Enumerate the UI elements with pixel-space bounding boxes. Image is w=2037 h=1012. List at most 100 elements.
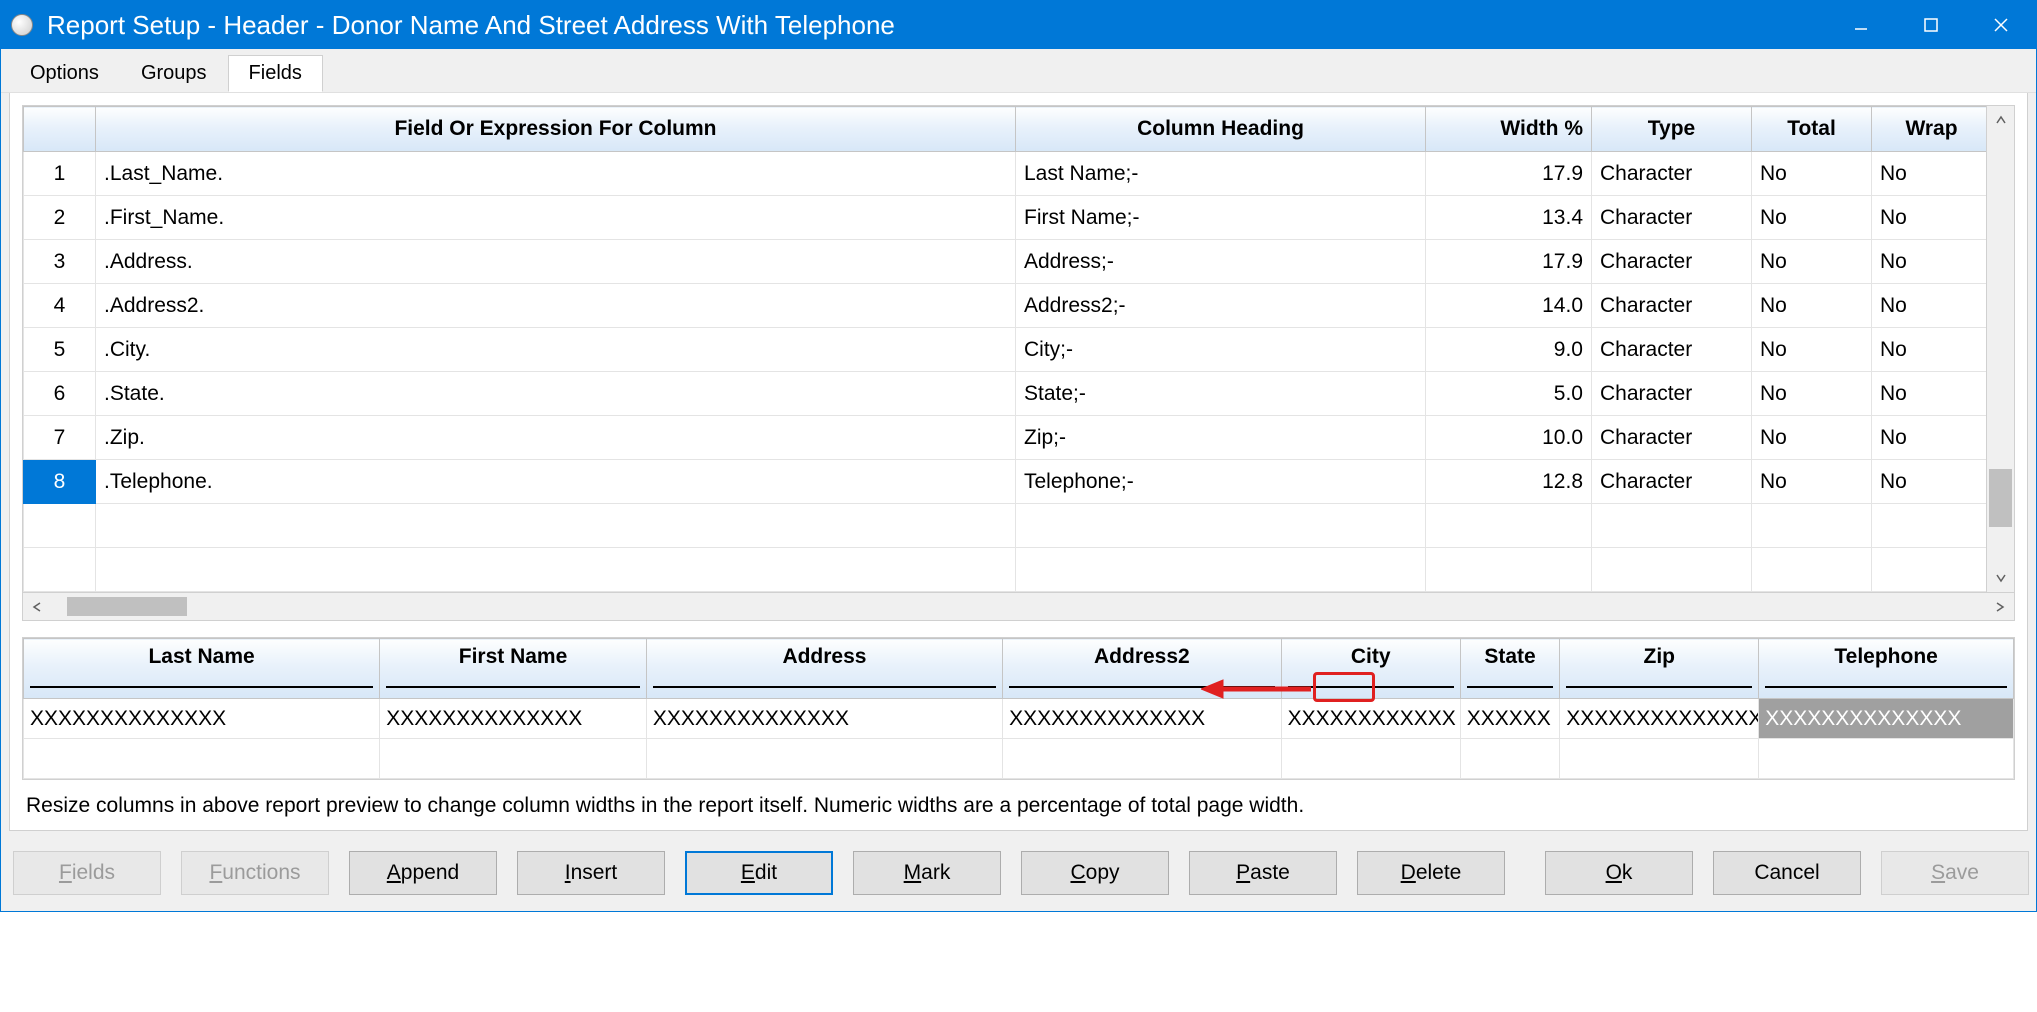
- cell-total[interactable]: No: [1752, 328, 1872, 372]
- cell-type[interactable]: Character: [1592, 460, 1752, 504]
- cell-wrap[interactable]: No: [1872, 284, 1987, 328]
- cell-total[interactable]: No: [1752, 152, 1872, 196]
- maximize-button[interactable]: [1896, 1, 1966, 49]
- cell-wrap[interactable]: No: [1872, 240, 1987, 284]
- cell-total[interactable]: No: [1752, 284, 1872, 328]
- fields-button[interactable]: Fields: [13, 851, 161, 895]
- cell-wrap[interactable]: No: [1872, 416, 1987, 460]
- cell-wrap[interactable]: No: [1872, 152, 1987, 196]
- preview-cell-empty[interactable]: [24, 739, 380, 779]
- fields-table[interactable]: Field Or Expression For Column Column He…: [23, 106, 1986, 592]
- preview-cell-empty[interactable]: [646, 739, 1002, 779]
- cell-heading[interactable]: Zip;-: [1016, 416, 1426, 460]
- preview-cell[interactable]: XXXXXXXXXXXXXX: [646, 699, 1002, 739]
- cancel-button[interactable]: Cancel: [1713, 851, 1861, 895]
- cell-type[interactable]: Character: [1592, 416, 1752, 460]
- col-width-header[interactable]: Width %: [1426, 107, 1592, 152]
- preview-col-header[interactable]: Zip: [1560, 639, 1759, 699]
- edit-button[interactable]: Edit: [685, 851, 833, 895]
- preview-cell-empty[interactable]: [1460, 739, 1560, 779]
- table-row-empty[interactable]: [24, 504, 1987, 548]
- row-number[interactable]: 8: [24, 460, 96, 504]
- h-scroll-thumb[interactable]: [67, 597, 187, 616]
- mark-button[interactable]: Mark: [853, 851, 1001, 895]
- row-number[interactable]: 2: [24, 196, 96, 240]
- preview-col-header[interactable]: Telephone: [1759, 639, 2014, 699]
- cell-field[interactable]: .Telephone.: [96, 460, 1016, 504]
- cell-type[interactable]: Character: [1592, 196, 1752, 240]
- cell-total[interactable]: No: [1752, 460, 1872, 504]
- cell-wrap[interactable]: No: [1872, 460, 1987, 504]
- cell-total[interactable]: No: [1752, 240, 1872, 284]
- cell-field[interactable]: .City.: [96, 328, 1016, 372]
- cell-width[interactable]: 14.0: [1426, 284, 1592, 328]
- cell-field[interactable]: .Address.: [96, 240, 1016, 284]
- preview-cell[interactable]: XXXXXX: [1460, 699, 1560, 739]
- cell-type[interactable]: Character: [1592, 284, 1752, 328]
- cell-type[interactable]: Character: [1592, 328, 1752, 372]
- cell-total[interactable]: No: [1752, 416, 1872, 460]
- preview-col-header[interactable]: First Name: [380, 639, 647, 699]
- scroll-left-icon[interactable]: [23, 601, 51, 613]
- table-row[interactable]: 7.Zip.Zip;-10.0CharacterNoNo: [24, 416, 1987, 460]
- scroll-thumb[interactable]: [1989, 469, 2012, 527]
- report-preview[interactable]: Last NameFirst NameAddressAddress2CitySt…: [22, 637, 2015, 780]
- minimize-button[interactable]: [1826, 1, 1896, 49]
- scroll-down-icon[interactable]: [1987, 564, 2014, 592]
- table-row[interactable]: 3.Address.Address;-17.9CharacterNoNo: [24, 240, 1987, 284]
- cell-width[interactable]: 13.4: [1426, 196, 1592, 240]
- save-button[interactable]: Save: [1881, 851, 2029, 895]
- cell-field[interactable]: .First_Name.: [96, 196, 1016, 240]
- cell-heading[interactable]: First Name;-: [1016, 196, 1426, 240]
- cell-width[interactable]: 9.0: [1426, 328, 1592, 372]
- cell-total[interactable]: No: [1752, 372, 1872, 416]
- cell-width[interactable]: 5.0: [1426, 372, 1592, 416]
- preview-cell-empty[interactable]: [1560, 739, 1759, 779]
- preview-col-header[interactable]: State: [1460, 639, 1560, 699]
- row-number[interactable]: 1: [24, 152, 96, 196]
- table-row[interactable]: 1.Last_Name.Last Name;-17.9CharacterNoNo: [24, 152, 1987, 196]
- preview-cell[interactable]: XXXXXXXXXXXXXX: [1560, 699, 1759, 739]
- insert-button[interactable]: Insert: [517, 851, 665, 895]
- preview-cell-empty[interactable]: [1003, 739, 1282, 779]
- row-number[interactable]: 4: [24, 284, 96, 328]
- cell-type[interactable]: Character: [1592, 372, 1752, 416]
- preview-col-header[interactable]: Address: [646, 639, 1002, 699]
- row-number[interactable]: 5: [24, 328, 96, 372]
- col-type-header[interactable]: Type: [1592, 107, 1752, 152]
- table-row[interactable]: 8.Telephone.Telephone;-12.8CharacterNoNo: [24, 460, 1987, 504]
- preview-cell[interactable]: XXXXXXXXXXXXXX: [380, 699, 647, 739]
- cell-heading[interactable]: Address2;-: [1016, 284, 1426, 328]
- cell-field[interactable]: .Last_Name.: [96, 152, 1016, 196]
- col-total-header[interactable]: Total: [1752, 107, 1872, 152]
- cell-heading[interactable]: City;-: [1016, 328, 1426, 372]
- cell-type[interactable]: Character: [1592, 152, 1752, 196]
- preview-cell-empty[interactable]: [1281, 739, 1460, 779]
- table-row[interactable]: 5.City.City;-9.0CharacterNoNo: [24, 328, 1987, 372]
- functions-button[interactable]: Functions: [181, 851, 329, 895]
- cell-width[interactable]: 12.8: [1426, 460, 1592, 504]
- cell-width[interactable]: 17.9: [1426, 152, 1592, 196]
- append-button[interactable]: Append: [349, 851, 497, 895]
- tab-options[interactable]: Options: [9, 55, 120, 92]
- cell-wrap[interactable]: No: [1872, 372, 1987, 416]
- cell-field[interactable]: .Address2.: [96, 284, 1016, 328]
- cell-heading[interactable]: Last Name;-: [1016, 152, 1426, 196]
- preview-cell-empty[interactable]: [1759, 739, 2014, 779]
- cell-heading[interactable]: State;-: [1016, 372, 1426, 416]
- preview-col-header[interactable]: Last Name: [24, 639, 380, 699]
- paste-button[interactable]: Paste: [1189, 851, 1337, 895]
- preview-cell-empty[interactable]: [380, 739, 647, 779]
- vertical-scrollbar[interactable]: [1986, 106, 2014, 592]
- preview-table[interactable]: Last NameFirst NameAddressAddress2CitySt…: [23, 638, 2014, 779]
- tab-fields[interactable]: Fields: [228, 55, 323, 92]
- cell-wrap[interactable]: No: [1872, 196, 1987, 240]
- preview-cell[interactable]: XXXXXXXXXXXXXX: [24, 699, 380, 739]
- cell-width[interactable]: 10.0: [1426, 416, 1592, 460]
- cell-type[interactable]: Character: [1592, 240, 1752, 284]
- ok-button[interactable]: Ok: [1545, 851, 1693, 895]
- cell-heading[interactable]: Telephone;-: [1016, 460, 1426, 504]
- row-number[interactable]: 7: [24, 416, 96, 460]
- col-rownum-header[interactable]: [24, 107, 96, 152]
- table-row[interactable]: 4.Address2.Address2;-14.0CharacterNoNo: [24, 284, 1987, 328]
